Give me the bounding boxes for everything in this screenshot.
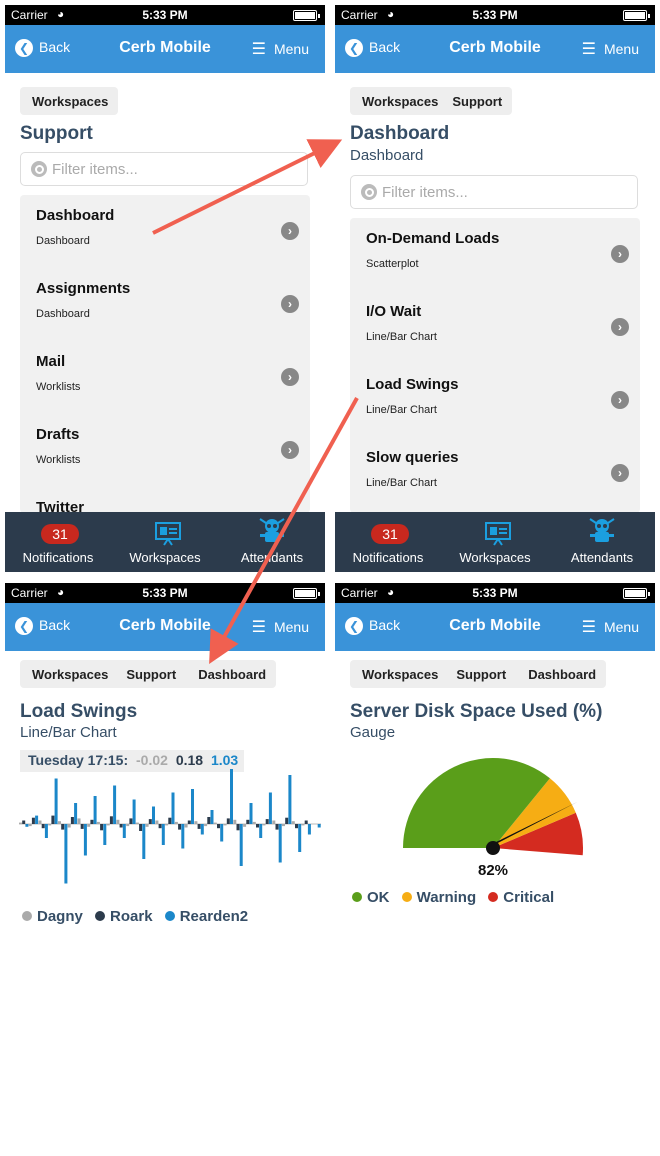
flow-arrow-to-load-swings [209,397,359,664]
flow-arrow-to-dashboard [152,139,343,235]
flow-arrows [152,139,359,664]
